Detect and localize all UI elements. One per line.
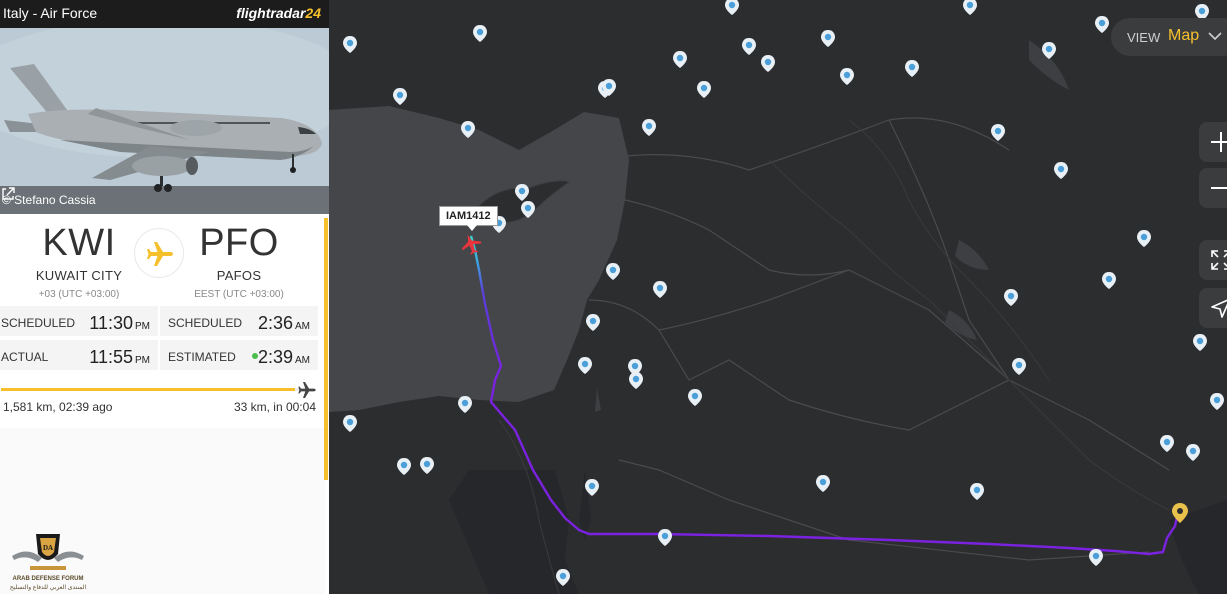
departure-scheduled: SCHEDULED 11:30 PM — [0, 306, 158, 336]
locate-button[interactable] — [1199, 288, 1227, 328]
flight-callsign-label[interactable]: IAM1412 — [439, 206, 498, 226]
route-summary: KWI KUWAIT CITY +03 (UTC +03:00) PFO PAF… — [0, 218, 325, 308]
airline-title: Italy - Air Force — [3, 5, 98, 21]
view-selector[interactable]: VIEW Map — [1111, 18, 1227, 56]
airplane-icon — [147, 242, 173, 266]
route-airplane-badge — [134, 228, 184, 278]
flight-map[interactable]: IAM1412 VIEW Map — [329, 0, 1227, 594]
map-canvas[interactable] — [329, 0, 1227, 594]
scheduled-label: SCHEDULED — [168, 316, 243, 330]
origin-block[interactable]: KWI KUWAIT CITY +03 (UTC +03:00) — [0, 218, 158, 306]
locate-icon — [1211, 299, 1227, 318]
destination-block[interactable]: PFO PAFOS EEST (UTC +03:00) — [160, 218, 318, 306]
arrival-estimated-time: 2:39 AM — [257, 347, 310, 367]
forum-name-arabic: المنتدى العربي للدفاع والتسليح — [9, 585, 87, 591]
departure-actual-time: 11:55 PM — [89, 347, 150, 367]
destination-code: PFO — [199, 222, 279, 264]
distance-remaining: 33 km, in 00:04 — [233, 400, 316, 414]
zoom-in-button[interactable] — [1199, 122, 1227, 162]
zoom-out-icon — [1211, 187, 1227, 189]
flight-label-pointer — [467, 225, 477, 231]
arrival-estimated: ESTIMATED 2:39 AM — [160, 340, 318, 370]
progress-fill — [1, 388, 295, 391]
arrival-scheduled: SCHEDULED 2:36 AM — [160, 306, 318, 336]
departure-actual: ACTUAL 11:55 PM — [0, 340, 158, 370]
flightradar24-logo[interactable]: flightradar24 — [236, 5, 321, 21]
view-label: VIEW — [1127, 30, 1161, 45]
photo-credit: © Stefano Cassia — [2, 193, 96, 207]
origin-timezone: +03 (UTC +03:00) — [38, 289, 120, 300]
view-value: Map — [1168, 27, 1200, 44]
forum-logo: DA — [12, 534, 84, 570]
zoom-out-button[interactable] — [1199, 168, 1227, 208]
photo-credit-bar: © Stefano Cassia — [0, 186, 329, 214]
scheduled-label: SCHEDULED — [1, 316, 76, 330]
destination-timezone: EEST (UTC +03:00) — [194, 289, 284, 300]
svg-text:DA: DA — [43, 544, 53, 552]
fullscreen-button[interactable] — [1199, 240, 1227, 280]
times-row-actual: ACTUAL 11:55 PM ESTIMATED 2:39 AM — [0, 340, 325, 370]
panel-header: Italy - Air Force flightradar24 — [0, 0, 329, 28]
distance-flown: 1,581 km, 02:39 ago — [3, 400, 113, 414]
arab-defense-forum-watermark: DA ARAB DEFENSE FORUM المنتدى العربي للد… — [8, 528, 88, 592]
fullscreen-icon — [1211, 250, 1227, 270]
chevron-down-icon — [1208, 32, 1222, 41]
zoom-in-icon — [1211, 132, 1227, 152]
airplane-icon — [298, 382, 316, 398]
panel-scrollbar[interactable] — [324, 218, 328, 480]
progress-track — [1, 388, 301, 391]
flight-progress: 1,581 km, 02:39 ago 33 km, in 00:04 — [0, 378, 325, 428]
external-link-icon[interactable] — [0, 186, 16, 202]
actual-label: ACTUAL — [1, 350, 49, 364]
destination-city: PAFOS — [216, 268, 262, 283]
flight-info-panel: Italy - Air Force flightradar24 © Stefan… — [0, 0, 329, 594]
aircraft-photo[interactable]: © Stefano Cassia — [0, 28, 329, 214]
departure-scheduled-time: 11:30 PM — [89, 313, 150, 333]
times-row-scheduled: SCHEDULED 11:30 PM SCHEDULED 2:36 AM — [0, 306, 325, 336]
origin-city: KUWAIT CITY — [35, 268, 123, 283]
forum-name: ARAB DEFENSE FORUM — [12, 576, 84, 582]
arrival-scheduled-time: 2:36 AM — [257, 313, 310, 333]
estimated-label: ESTIMATED — [168, 350, 236, 364]
